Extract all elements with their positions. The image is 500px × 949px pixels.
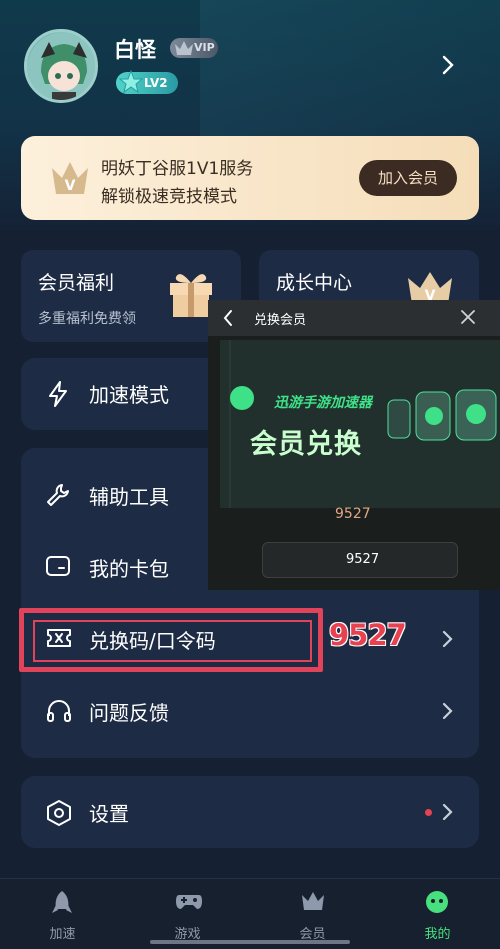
- popup-title: 兑换会员: [254, 313, 307, 328]
- speed-mode-label: 加速模式: [89, 383, 169, 407]
- gamepad-icon: [176, 895, 202, 909]
- popup-close-icon[interactable]: [460, 309, 476, 325]
- wallet-icon: [46, 556, 70, 576]
- wallet-label: 我的卡包: [89, 557, 169, 581]
- popup-brand-name: 迅游手游加速器: [274, 395, 372, 411]
- feedback-label: 问题反馈: [89, 701, 169, 725]
- headset-icon: [47, 700, 71, 722]
- settings-chevron-right-icon: [442, 803, 453, 821]
- svg-text:V: V: [65, 178, 76, 194]
- banner-line-2: 解锁极速竞技模式: [101, 187, 237, 207]
- redeem-inner-highlight: [33, 620, 312, 662]
- settings-hexagon-icon: [47, 800, 71, 826]
- level-badge-label: LV2: [144, 76, 168, 90]
- wrench-icon: [47, 484, 69, 506]
- growth-center-title: 成长中心: [276, 272, 353, 294]
- bottom-navigation: 加速 游戏 会员 我的: [0, 878, 500, 948]
- vip-badge-label: VIP: [194, 41, 215, 54]
- profile-face-icon: [426, 891, 448, 913]
- nav-tab-games[interactable]: 游戏: [125, 879, 250, 949]
- vip-badge: VIP: [170, 38, 218, 58]
- lightning-icon: [49, 381, 67, 407]
- username: 白怪: [114, 38, 156, 62]
- popup-input-value: 9527: [346, 552, 380, 567]
- menu-item-feedback[interactable]: 问题反馈: [21, 676, 479, 746]
- annotation-code: 9527: [329, 618, 407, 652]
- tools-label: 辅助工具: [89, 485, 169, 509]
- level-badge: LV2: [116, 69, 178, 94]
- join-membership-button[interactable]: 加入会员: [359, 160, 457, 196]
- rocket-icon: [52, 891, 72, 913]
- level-star-icon: [118, 69, 144, 94]
- popup-code-display: 9527: [335, 506, 371, 522]
- settings-label: 设置: [89, 802, 129, 826]
- redeem-chevron-right-icon: [442, 630, 453, 648]
- banner-line-1: 明妖丁谷服1V1服务: [101, 159, 254, 179]
- crown-icon: [302, 892, 324, 910]
- member-benefits-subtitle: 多重福利免费领: [38, 311, 136, 327]
- feedback-chevron-right-icon: [442, 702, 453, 720]
- popup-heading: 会员兑换: [250, 429, 362, 460]
- nav-tab-membership[interactable]: 会员: [250, 879, 375, 949]
- nav-label-mine: 我的: [424, 927, 451, 942]
- home-indicator[interactable]: [150, 940, 350, 944]
- nav-label-speed: 加速: [49, 927, 76, 942]
- popup-header: 兑换会员: [208, 300, 500, 336]
- profile-chevron-right-icon[interactable]: [440, 54, 456, 76]
- menu-item-settings[interactable]: 设置: [21, 777, 479, 847]
- nav-tab-speed[interactable]: 加速: [0, 879, 125, 949]
- vip-crown-icon: [175, 41, 193, 55]
- settings-group: 设置: [21, 776, 479, 848]
- avatar[interactable]: [24, 29, 98, 103]
- crown-icon: V: [52, 162, 88, 194]
- popup-back-icon[interactable]: [222, 309, 234, 327]
- member-benefits-title: 会员福利: [38, 272, 115, 294]
- settings-notification-dot: [425, 809, 432, 816]
- nav-tab-mine[interactable]: 我的: [375, 879, 500, 949]
